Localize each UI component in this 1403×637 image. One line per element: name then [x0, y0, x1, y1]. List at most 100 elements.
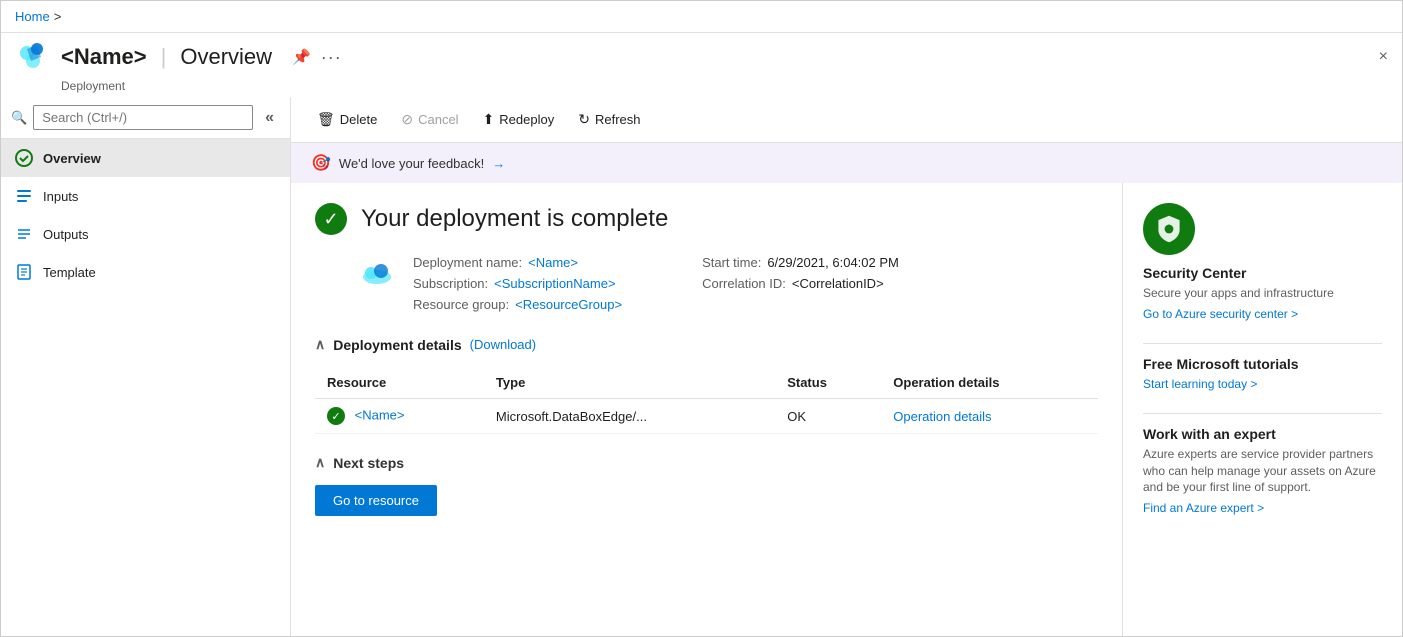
next-steps-section: ∧ Next steps Go to resource [315, 454, 1098, 516]
next-steps-header: ∧ Next steps [315, 454, 1098, 471]
sidebar-item-overview[interactable]: Overview [1, 139, 290, 177]
correlation-value: <CorrelationID> [792, 276, 884, 291]
info-subscription-row: Subscription: <SubscriptionName> [413, 276, 622, 291]
details-header: ∧ Deployment details (Download) [315, 336, 1098, 353]
resource-cell: ✓ <Name> [315, 399, 484, 434]
tutorials-title: Free Microsoft tutorials [1143, 356, 1382, 372]
subscription-value[interactable]: <SubscriptionName> [494, 276, 615, 291]
expert-link[interactable]: Find an Azure expert > [1143, 501, 1264, 515]
sidebar-item-overview-label: Overview [43, 151, 101, 166]
sidebar: 🔍 « Overview Inputs [1, 97, 291, 636]
table-header-row: Resource Type Status Operation details [315, 367, 1098, 399]
deployment-complete-title: Your deployment is complete [361, 205, 668, 233]
security-shield-icon [1143, 203, 1195, 255]
collapse-button[interactable]: « [259, 107, 280, 129]
next-steps-collapse-arrow[interactable]: ∧ [315, 454, 325, 471]
start-time-value: 6/29/2021, 6:04:02 PM [767, 255, 899, 270]
template-icon [15, 263, 33, 281]
feedback-text: We'd love your feedback! [339, 156, 484, 171]
breadcrumb: Home > [1, 1, 1402, 33]
security-center-section: Security Center Secure your apps and inf… [1143, 203, 1382, 321]
page-section: Overview [180, 44, 272, 70]
security-center-title: Security Center [1143, 265, 1382, 281]
sidebar-item-template[interactable]: Template [1, 253, 290, 291]
content-area: 🗑 Delete ⊘ Cancel ⬆ Redeploy ↻ Refresh [291, 97, 1402, 636]
deployment-name-value[interactable]: <Name> [528, 255, 578, 270]
col-status: Status [775, 367, 881, 399]
next-steps-title: Next steps [333, 455, 404, 471]
refresh-button[interactable]: ↻ Refresh [568, 105, 650, 134]
security-center-link[interactable]: Go to Azure security center > [1143, 307, 1298, 321]
deployment-details-table: Resource Type Status Operation details ✓ [315, 367, 1098, 434]
page-subtitle-label: Deployment [1, 79, 1402, 93]
outputs-icon [15, 225, 33, 243]
close-icon[interactable]: × [1379, 48, 1388, 66]
operation-cell[interactable]: Operation details [881, 399, 1098, 434]
info-name-row: Deployment name: <Name> [413, 255, 622, 270]
panel-divider-2 [1143, 413, 1382, 414]
deployment-info: Deployment name: <Name> Subscription: <S… [315, 255, 1098, 312]
details-collapse-arrow[interactable]: ∧ [315, 336, 325, 353]
deployment-complete-header: ✓ Your deployment is complete [315, 203, 1098, 235]
search-icon: 🔍 [11, 110, 27, 126]
cloud-icon [361, 257, 393, 288]
redeploy-icon: ⬆ [483, 111, 495, 128]
tutorials-section: Free Microsoft tutorials Start learning … [1143, 356, 1382, 391]
sidebar-navigation: Overview Inputs Outputs [1, 139, 290, 291]
tutorials-link[interactable]: Start learning today > [1143, 377, 1257, 391]
info-start-time-row: Start time: 6/29/2021, 6:04:02 PM [702, 255, 899, 270]
cancel-icon: ⊘ [401, 111, 413, 128]
expert-desc: Azure experts are service provider partn… [1143, 446, 1382, 496]
info-correlation-row: Correlation ID: <CorrelationID> [702, 276, 899, 291]
overview-icon [15, 149, 33, 167]
expert-title: Work with an expert [1143, 426, 1382, 442]
info-col-right: Start time: 6/29/2021, 6:04:02 PM Correl… [702, 255, 899, 312]
go-to-resource-button[interactable]: Go to resource [315, 485, 437, 516]
feedback-bar[interactable]: 🎯 We'd love your feedback! → [291, 143, 1402, 183]
search-input[interactable] [33, 105, 253, 130]
azure-logo [15, 39, 51, 75]
delete-button[interactable]: 🗑 Delete [307, 105, 387, 134]
sidebar-item-inputs-label: Inputs [43, 189, 78, 204]
feedback-arrow: → [492, 156, 505, 171]
page-divider: | [161, 44, 167, 70]
search-bar: 🔍 « [1, 97, 290, 139]
details-title: Deployment details [333, 337, 461, 353]
toolbar: 🗑 Delete ⊘ Cancel ⬆ Redeploy ↻ Refresh [291, 97, 1402, 143]
feedback-icon: 🎯 [311, 153, 331, 173]
pin-icon[interactable]: 📌 [292, 48, 311, 66]
delete-icon: 🗑 [317, 111, 335, 128]
type-cell: Microsoft.DataBoxEdge/... [484, 399, 775, 434]
deployment-section: ✓ Your deployment is complete [291, 183, 1122, 636]
breadcrumb-home[interactable]: Home [15, 9, 50, 24]
more-icon[interactable]: ··· [321, 47, 342, 68]
col-type: Type [484, 367, 775, 399]
resource-name[interactable]: <Name> [355, 407, 405, 422]
download-link[interactable]: (Download) [470, 337, 536, 352]
col-resource: Resource [315, 367, 484, 399]
resource-group-value[interactable]: <ResourceGroup> [515, 297, 622, 312]
status-cell: OK [775, 399, 881, 434]
right-panel: Security Center Secure your apps and inf… [1122, 183, 1402, 636]
panel-divider-1 [1143, 343, 1382, 344]
cancel-button[interactable]: ⊘ Cancel [391, 105, 468, 134]
expert-section: Work with an expert Azure experts are se… [1143, 426, 1382, 515]
sidebar-item-outputs[interactable]: Outputs [1, 215, 290, 253]
title-row: <Name> | Overview 📌 ··· × [1, 33, 1402, 79]
inputs-icon [15, 187, 33, 205]
info-col-left: Deployment name: <Name> Subscription: <S… [413, 255, 622, 312]
refresh-icon: ↻ [578, 111, 590, 128]
breadcrumb-separator: > [54, 9, 62, 24]
security-center-desc: Secure your apps and infrastructure [1143, 285, 1382, 302]
main-content: ✓ Your deployment is complete [291, 183, 1402, 636]
sidebar-item-outputs-label: Outputs [43, 227, 89, 242]
deployment-details-section: ∧ Deployment details (Download) Resource… [315, 336, 1098, 434]
row-check-icon: ✓ [327, 407, 345, 425]
complete-check-icon: ✓ [315, 203, 347, 235]
col-operation: Operation details [881, 367, 1098, 399]
table-row: ✓ <Name> Microsoft.DataBoxEdge/... OK Op… [315, 399, 1098, 434]
page-name-tag: <Name> [61, 44, 147, 70]
info-resource-group-row: Resource group: <ResourceGroup> [413, 297, 622, 312]
sidebar-item-inputs[interactable]: Inputs [1, 177, 290, 215]
redeploy-button[interactable]: ⬆ Redeploy [473, 105, 565, 134]
